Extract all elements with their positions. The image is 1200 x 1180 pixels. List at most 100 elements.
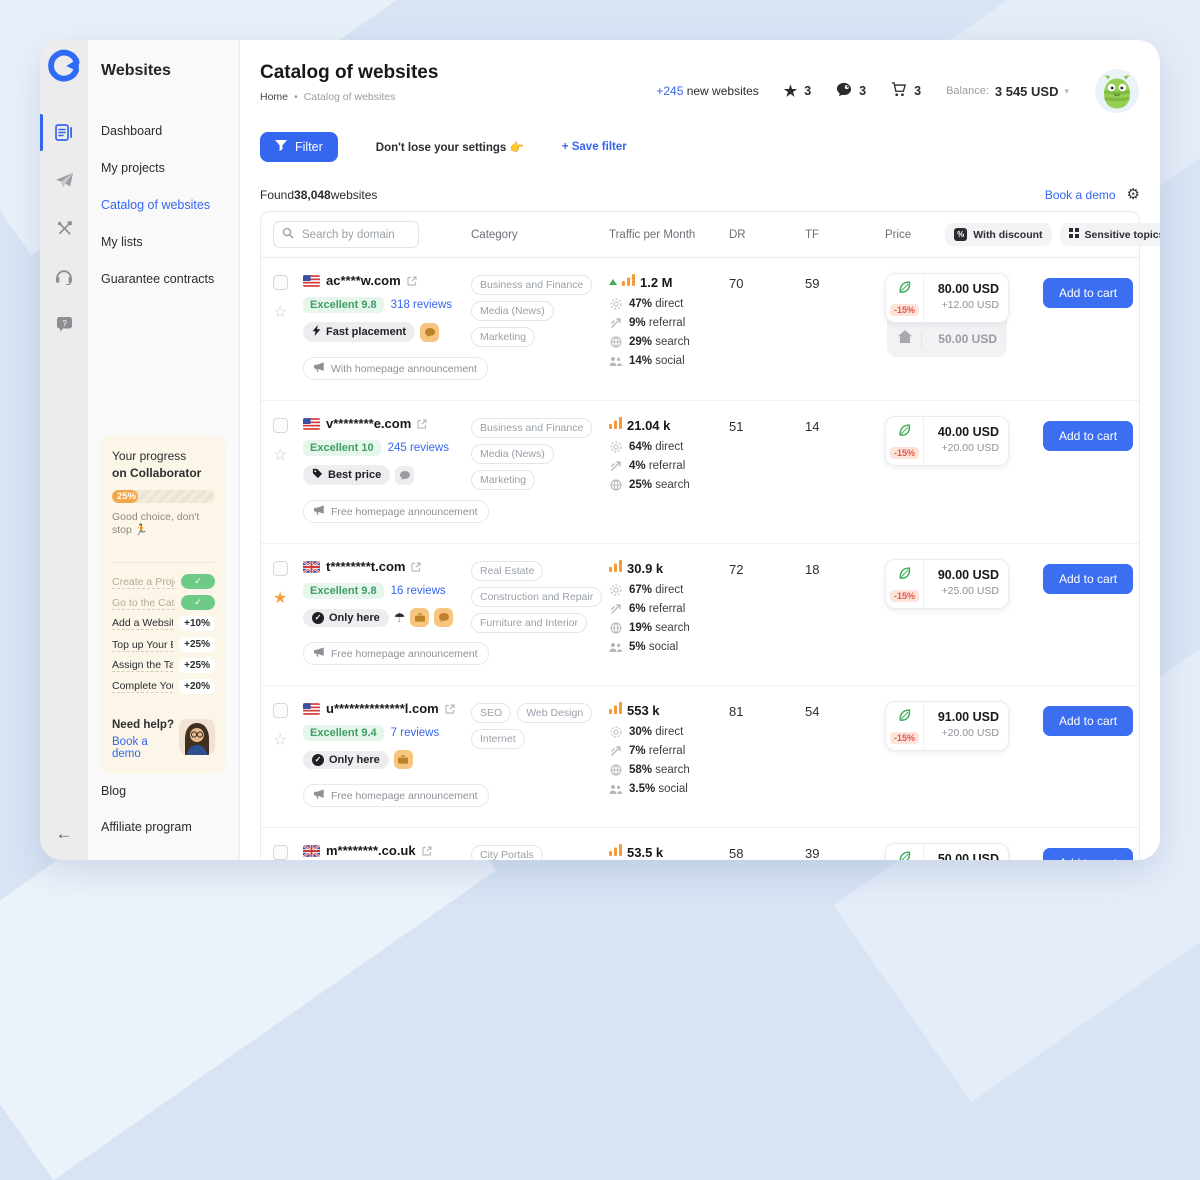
- favorite-star-icon[interactable]: ☆: [273, 305, 287, 321]
- progress-task-label[interactable]: Complete Your First De...: [112, 680, 173, 693]
- row-checkbox[interactable]: [273, 418, 288, 433]
- category-chip: Media (News): [471, 301, 554, 321]
- domain-link[interactable]: m********.co.uk: [326, 843, 416, 858]
- sidebar-item-guarantee-contracts[interactable]: Guarantee contracts: [101, 272, 226, 286]
- price-card[interactable]: -15% 90.00 USD +25.00 USD: [885, 559, 1009, 609]
- external-link-icon[interactable]: [445, 704, 455, 714]
- favorite-star-icon[interactable]: ☆: [273, 448, 287, 464]
- domain-link[interactable]: v********e.com: [326, 416, 411, 431]
- progress-task-label[interactable]: Go to the Catalog 🧭: [112, 596, 175, 610]
- reviews-link[interactable]: 318 reviews: [391, 299, 452, 311]
- referral-icon: [609, 745, 622, 757]
- price-card[interactable]: -15% 40.00 USD +20.00 USD: [885, 416, 1009, 466]
- new-websites-link[interactable]: +245 new websites: [656, 84, 758, 98]
- sidebar-item-my-projects[interactable]: My projects: [101, 161, 226, 175]
- progress-task-label[interactable]: Assign the Task to the ...: [112, 659, 173, 672]
- reviews-link[interactable]: 7 reviews: [391, 727, 440, 739]
- star-icon: ★: [784, 84, 797, 99]
- task-bonus-badge: +20%: [179, 679, 215, 694]
- task-done-check-icon[interactable]: ✓: [181, 595, 215, 610]
- balance-dropdown[interactable]: Balance: 3 545 USD ▾: [946, 84, 1069, 99]
- reviews-link[interactable]: 16 reviews: [391, 585, 446, 597]
- sidebar-link-affiliate-program[interactable]: Affiliate program: [101, 820, 226, 834]
- megaphone-icon: [314, 505, 325, 518]
- external-link-icon[interactable]: [407, 276, 417, 286]
- table-row: ★ t********t.com Excellent 9.8 16 review…: [261, 544, 1139, 686]
- row-checkbox[interactable]: [273, 275, 288, 290]
- price-card[interactable]: -15% 50.00 USD +10.00 USD: [885, 843, 1009, 860]
- rail-support-icon[interactable]: [40, 266, 88, 287]
- chat-icon: [836, 82, 852, 100]
- new-websites-label: new websites: [683, 84, 758, 98]
- briefcase-chip-icon: [394, 750, 413, 769]
- price-extra: +12.00 USD: [933, 299, 999, 311]
- traffic-stat: 4% referral: [609, 460, 729, 472]
- rail-dashboard-icon[interactable]: [40, 122, 88, 143]
- domain-link[interactable]: u**************l.com: [326, 701, 439, 716]
- user-avatar[interactable]: [1094, 68, 1140, 114]
- external-link-icon[interactable]: [417, 419, 427, 429]
- add-to-cart-button[interactable]: Add to cart: [1043, 421, 1133, 451]
- book-demo-link[interactable]: Book a demo: [112, 736, 179, 760]
- sidebar-item-my-lists[interactable]: My lists: [101, 235, 226, 249]
- referral-icon: [609, 603, 622, 615]
- favorite-star-icon[interactable]: ☆: [273, 733, 287, 749]
- icon-rail: ? ←: [40, 40, 88, 860]
- rail-faq-icon[interactable]: ?: [40, 314, 88, 334]
- gear-icon[interactable]: ⚙: [1127, 187, 1140, 202]
- dr-value: 58: [729, 843, 805, 860]
- favorite-star-icon[interactable]: ★: [273, 591, 287, 607]
- sidebar-link-blog[interactable]: Blog: [101, 784, 226, 798]
- sidebar-item-dashboard[interactable]: Dashboard: [101, 124, 226, 138]
- price-card[interactable]: -15% 80.00 USD +12.00 USD: [885, 273, 1009, 323]
- filter-button[interactable]: Filter: [260, 132, 338, 162]
- direct-icon: [609, 298, 622, 310]
- main-content: Catalog of websites Home • Catalog of we…: [240, 40, 1160, 860]
- progress-task-label[interactable]: Create a Project 😎: [112, 575, 175, 589]
- row-checkbox[interactable]: [273, 845, 288, 860]
- external-link-icon[interactable]: [411, 562, 421, 572]
- category-chip: Marketing: [471, 470, 535, 490]
- collaborator-logo-icon[interactable]: [46, 48, 82, 84]
- row-checkbox[interactable]: [273, 703, 288, 718]
- search-input[interactable]: [300, 228, 410, 242]
- reviews-link[interactable]: 245 reviews: [388, 442, 449, 454]
- add-to-cart-button[interactable]: Add to cart: [1043, 564, 1133, 594]
- tag-icon: [312, 468, 323, 482]
- toggle-sensitive-topics[interactable]: Sensitive topics: [1060, 223, 1160, 246]
- task-done-check-icon[interactable]: ✓: [181, 574, 215, 589]
- messages-counter[interactable]: 3: [836, 82, 866, 100]
- chevron-down-icon: ▾: [1064, 86, 1069, 97]
- cart-counter[interactable]: 3: [891, 82, 921, 100]
- book-demo-link-top[interactable]: Book a demo: [1045, 188, 1116, 202]
- column-dr: DR: [729, 229, 805, 241]
- save-filter-link[interactable]: + Save filter: [562, 141, 627, 153]
- toggle-with-discount[interactable]: % With discount: [945, 223, 1051, 246]
- collapse-sidebar-icon[interactable]: ←: [56, 824, 73, 844]
- price-card[interactable]: -15% 91.00 USD +20.00 USD: [885, 701, 1009, 751]
- header-right: +245 new websites ★ 3 3 3 Balance: 3 545…: [656, 62, 1140, 114]
- add-to-cart-button[interactable]: Add to cart: [1043, 848, 1133, 860]
- price-main: 80.00 USD: [933, 282, 999, 296]
- sidebar-item-catalog-of-websites[interactable]: Catalog of websites: [101, 198, 226, 212]
- progress-task-label[interactable]: Add a Website to the C...: [112, 617, 173, 630]
- domain-link[interactable]: t********t.com: [326, 559, 405, 574]
- breadcrumb-home[interactable]: Home: [260, 91, 288, 103]
- badge-best-price: Best price: [303, 465, 390, 485]
- rail-tools-icon[interactable]: [40, 218, 88, 239]
- trend-up-icon: [609, 279, 617, 285]
- rail-send-icon[interactable]: [40, 170, 88, 191]
- row-checkbox[interactable]: [273, 561, 288, 576]
- column-tf: TF: [805, 229, 885, 241]
- progress-task-label[interactable]: Top up Your Balance 💰: [112, 638, 173, 652]
- globe-icon: [609, 336, 622, 348]
- price-extra: +25.00 USD: [933, 585, 999, 597]
- external-link-icon[interactable]: [422, 846, 432, 856]
- add-to-cart-button[interactable]: Add to cart: [1043, 706, 1133, 736]
- domain-link[interactable]: ac****w.com: [326, 273, 401, 288]
- discount-badge: -15%: [890, 590, 919, 602]
- favorites-counter[interactable]: ★ 3: [784, 84, 811, 99]
- balance-label: Balance:: [946, 85, 989, 97]
- add-to-cart-button[interactable]: Add to cart: [1043, 278, 1133, 308]
- traffic-stat: 9% referral: [609, 317, 729, 329]
